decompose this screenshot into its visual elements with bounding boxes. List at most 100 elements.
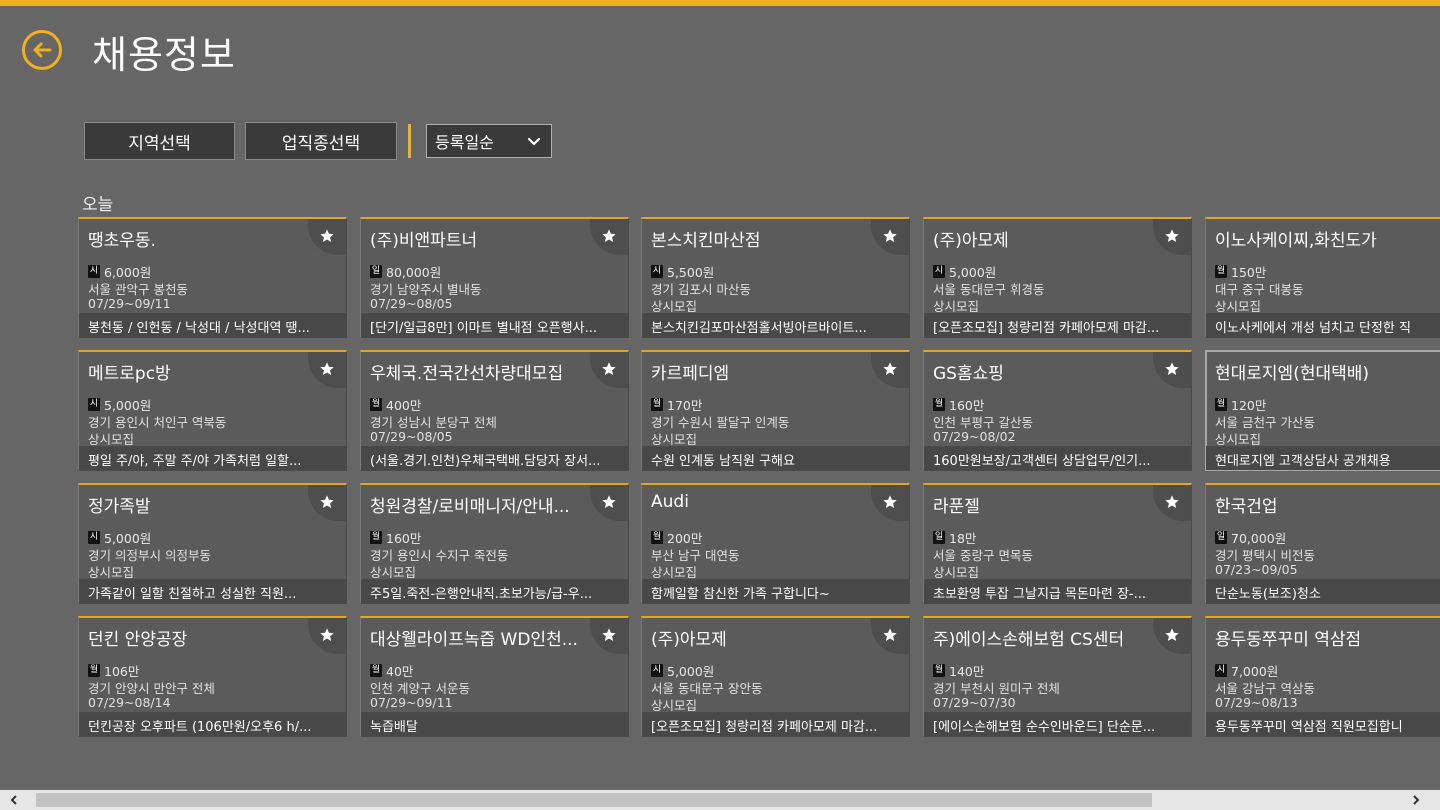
scrollbar-thumb[interactable] [36, 793, 1152, 807]
pay-type-badge: 일 [1215, 531, 1227, 544]
favorite-button[interactable] [590, 352, 628, 388]
job-card[interactable]: 청원경찰/로비매니저/안내... 월 160만 경기 용인시 수지구 죽전동 상시… [360, 483, 629, 604]
job-card-company: (주)아모제 [933, 231, 1009, 251]
horizontal-scrollbar[interactable] [0, 790, 1440, 810]
star-icon [1165, 229, 1179, 242]
job-card-company: 본스치킨마산점 [651, 231, 761, 251]
job-card[interactable]: 대상웰라이프녹즙 WD인천... 월 40만 인천 계양구 서운동 07/29~0… [360, 616, 629, 737]
pay-type-badge: 월 [370, 398, 382, 411]
pay-type-badge: 시 [933, 265, 945, 278]
star-icon [1165, 628, 1179, 641]
scroll-right-button[interactable] [1408, 792, 1424, 808]
job-card-company: 정가족발 [88, 497, 151, 517]
favorite-button[interactable] [1153, 352, 1191, 388]
pay-type-badge: 일 [933, 531, 945, 544]
job-card[interactable]: (주)아모제 시 5,000원 서울 동대문구 휘경동 상시모집 [오픈조모집] … [923, 217, 1192, 338]
job-card[interactable]: GS홈쇼핑 월 160만 인천 부평구 갈산동 07/29~08/02 160만원… [923, 350, 1192, 471]
job-card-company: 용두동쭈꾸미 역삼점 [1215, 630, 1362, 650]
favorite-button[interactable] [590, 485, 628, 521]
job-card-description: 단순노동(보조)청소 [1206, 579, 1440, 603]
pay-type-badge: 월 [88, 664, 100, 677]
favorite-button[interactable] [871, 352, 909, 388]
job-card[interactable]: Audi 월 200만 부산 남구 대연동 상시모집 함께일할 참신한 가족 구합… [641, 483, 910, 604]
pay-type-badge: 시 [651, 265, 663, 278]
star-icon [602, 628, 616, 641]
job-card[interactable]: 우체국.전국간선차량대모집 월 400만 경기 성남시 분당구 전체 07/29~… [360, 350, 629, 471]
favorite-button[interactable] [590, 618, 628, 654]
job-card[interactable]: 주)에이스손해보험 CS센터 월 140만 경기 부천시 원미구 전체 07/29… [923, 616, 1192, 737]
pay-type-badge: 월 [651, 531, 663, 544]
job-card-company: 한국건업 [1215, 497, 1278, 517]
job-card[interactable]: 던킨 안양공장 월 106만 경기 안양시 만안구 전체 07/29~08/14 … [78, 616, 347, 737]
job-card-company: Audi [651, 492, 689, 512]
job-card-company: 대상웰라이프녹즙 WD인천... [370, 630, 578, 650]
favorite-button[interactable] [308, 219, 346, 255]
job-card-company: 던킨 안양공장 [88, 630, 188, 650]
favorite-button[interactable] [590, 219, 628, 255]
job-card-company: 카르페디엠 [651, 364, 730, 384]
job-card-description: [단기/일급8만] 이마트 별내점 오픈행사... [361, 313, 628, 337]
job-card[interactable]: (주)아모제 시 5,000원 서울 동대문구 장안동 상시모집 [오픈조모집] … [641, 616, 910, 737]
job-card-period: 07/29~08/05 [370, 296, 453, 311]
star-icon [320, 362, 334, 375]
job-card[interactable]: 본스치킨마산점 시 5,500원 경기 김포시 마산동 상시모집 본스치킨김포마산… [641, 217, 910, 338]
job-card-company: 메트로pc방 [88, 364, 171, 384]
pay-type-badge: 시 [88, 265, 100, 278]
pay-type-badge: 월 [1215, 265, 1227, 278]
scroll-left-button[interactable] [6, 792, 22, 808]
favorite-button[interactable] [871, 219, 909, 255]
job-card-description: [에이스손해보험 순수인바운드] 단순문... [924, 712, 1191, 736]
chevron-right-icon [1413, 795, 1420, 805]
job-card-company: (주)아모제 [651, 630, 727, 650]
job-card-period: 07/29~08/14 [88, 695, 171, 710]
job-card-period: 07/29~08/02 [933, 429, 1016, 444]
pay-type-badge: 월 [651, 398, 663, 411]
pay-type-badge: 시 [88, 398, 100, 411]
job-card[interactable]: 한국건업 일 70,000원 경기 평택시 비전동 07/23~09/05 단순노… [1205, 483, 1440, 604]
job-card-description: 봉천동 / 인헌동 / 낙성대 / 낙성대역 땡... [79, 313, 346, 337]
favorite-button[interactable] [1153, 618, 1191, 654]
job-card[interactable]: 이노사케이찌,화친도가 월 150만 대구 중구 대봉동 상시모집 이노사케에서 … [1205, 217, 1440, 338]
pay-type-badge: 월 [370, 531, 382, 544]
job-card-description: (서울.경기.인천)우체국택배.담당자 장서... [361, 446, 628, 470]
favorite-button[interactable] [1153, 485, 1191, 521]
pay-type-badge: 월 [933, 398, 945, 411]
job-card-period: 07/29~09/11 [88, 296, 171, 311]
job-card[interactable]: 카르페디엠 월 170만 경기 수원시 팔달구 인계동 상시모집 수원 인계동 남… [641, 350, 910, 471]
job-card-period: 07/29~07/30 [933, 695, 1016, 710]
pay-type-badge: 시 [88, 531, 100, 544]
job-card[interactable]: 용두동쭈꾸미 역삼점 시 7,000원 서울 강남구 역삼동 07/29~08/1… [1205, 616, 1440, 737]
pay-type-badge: 시 [1215, 664, 1227, 677]
job-card-period: 07/23~09/05 [1215, 562, 1298, 577]
job-card-period: 07/29~09/11 [370, 695, 453, 710]
job-card-period: 07/29~08/13 [1215, 695, 1298, 710]
favorite-button[interactable] [871, 485, 909, 521]
favorite-button[interactable] [871, 618, 909, 654]
job-card[interactable]: 메트로pc방 시 5,000원 경기 용인시 처인구 역북동 상시모집 평일 주/… [78, 350, 347, 471]
job-card-period: 07/29~08/05 [370, 429, 453, 444]
job-card[interactable]: 땡초우동. 시 6,000원 서울 관악구 봉천동 07/29~09/11 봉천동… [78, 217, 347, 338]
favorite-button[interactable] [1153, 219, 1191, 255]
job-card-company: 주)에이스손해보험 CS센터 [933, 630, 1125, 650]
favorite-button[interactable] [308, 352, 346, 388]
star-icon [320, 495, 334, 508]
job-card-description: 초보환영 투잡 그날지급 목돈마련 장-... [924, 579, 1191, 603]
star-icon [602, 495, 616, 508]
favorite-button[interactable] [308, 618, 346, 654]
job-card-description: 녹즙배달 [361, 712, 628, 736]
job-card-company: 우체국.전국간선차량대모집 [370, 364, 564, 384]
job-card-description: 160만원보장/고객센터 상담업무/인기... [924, 446, 1191, 470]
job-card-selected[interactable]: 현대로지엠(현대택배) 월 120만 서울 금천구 가산동 상시모집 현대로지엠 … [1205, 350, 1440, 471]
star-icon [320, 628, 334, 641]
job-card-description: 함께일할 참신한 가족 구합니다~ [642, 579, 909, 603]
job-card-company: 라푼젤 [933, 497, 980, 517]
pay-type-badge: 월 [933, 664, 945, 677]
job-card[interactable]: (주)비앤파트너 일 80,000원 경기 남양주시 별내동 07/29~08/0… [360, 217, 629, 338]
star-icon [602, 229, 616, 242]
job-card[interactable]: 정가족발 시 5,000원 경기 의정부시 의정부동 상시모집 가족같이 일할 친… [78, 483, 347, 604]
favorite-button[interactable] [308, 485, 346, 521]
star-icon [1165, 495, 1179, 508]
job-card[interactable]: 라푼젤 일 18만 서울 중랑구 면목동 상시모집 초보환영 투잡 그날지급 목돈… [923, 483, 1192, 604]
job-card-description: [오픈조모집] 청량리점 카페아모제 마감... [924, 313, 1191, 337]
job-card-grid: 땡초우동. 시 6,000원 서울 관악구 봉천동 07/29~09/11 봉천동… [0, 0, 1440, 790]
